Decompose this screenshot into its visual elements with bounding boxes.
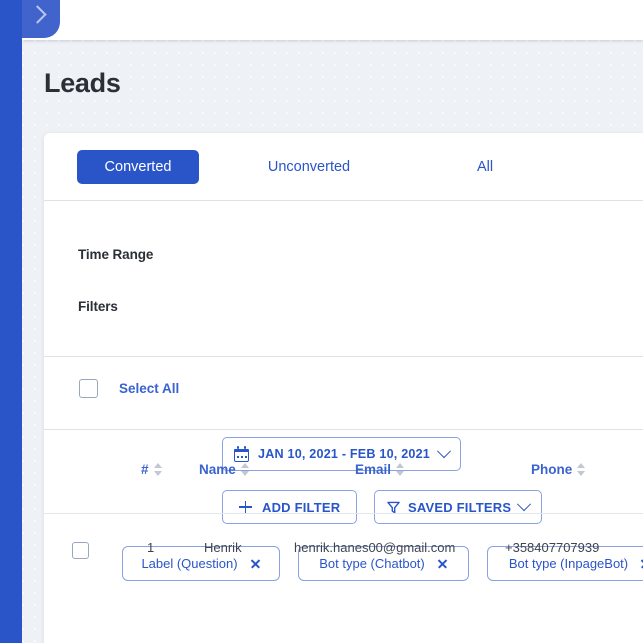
sidebar-expand-button[interactable] <box>22 0 60 38</box>
left-nav-rail[interactable] <box>0 0 22 643</box>
cell-email: henrik.hanes00@gmail.com <box>294 540 456 555</box>
tab-unconverted[interactable]: Unconverted <box>234 150 384 184</box>
select-all-label[interactable]: Select All <box>119 381 179 396</box>
cell-phone: +358407707939 <box>505 540 600 555</box>
column-label: Email <box>355 462 392 477</box>
page-title: Leads <box>44 68 121 98</box>
column-header-number[interactable]: # <box>141 462 162 477</box>
row-checkbox[interactable] <box>72 542 89 559</box>
column-label: # <box>141 462 149 477</box>
filters-label: Filters <box>78 299 118 314</box>
sort-arrows-icon <box>240 463 249 476</box>
column-label: Name <box>199 462 236 477</box>
leads-page: Leads Converted Unconverted All Time Ran… <box>0 0 643 643</box>
time-range-label: Time Range <box>78 247 154 262</box>
table-row[interactable]: 1 Henrik henrik.hanes00@gmail.com +35840… <box>44 514 643 560</box>
select-all-row: Select All <box>44 357 643 430</box>
chevron-right-icon <box>28 5 47 24</box>
sort-arrows-icon <box>577 463 586 476</box>
column-header-phone[interactable]: Phone <box>531 462 586 477</box>
table-header: # Name Email Phone <box>44 430 643 514</box>
tab-bar: Converted Unconverted All <box>44 133 643 201</box>
select-all-checkbox[interactable] <box>79 379 98 398</box>
column-label: Phone <box>531 462 573 477</box>
leads-card: Converted Unconverted All Time Range Fil… <box>44 133 643 643</box>
cell-number: 1 <box>147 540 155 555</box>
filters-section: Time Range Filters JAN 10, 2021 - FEB 10… <box>44 201 643 581</box>
sort-arrows-icon <box>153 463 162 476</box>
cell-name: Henrik <box>204 540 242 555</box>
tab-converted[interactable]: Converted <box>77 150 199 184</box>
column-header-name[interactable]: Name <box>199 462 249 477</box>
top-bar <box>22 0 643 40</box>
tab-all[interactable]: All <box>454 150 516 184</box>
sort-arrows-icon <box>396 463 405 476</box>
column-header-email[interactable]: Email <box>355 462 405 477</box>
